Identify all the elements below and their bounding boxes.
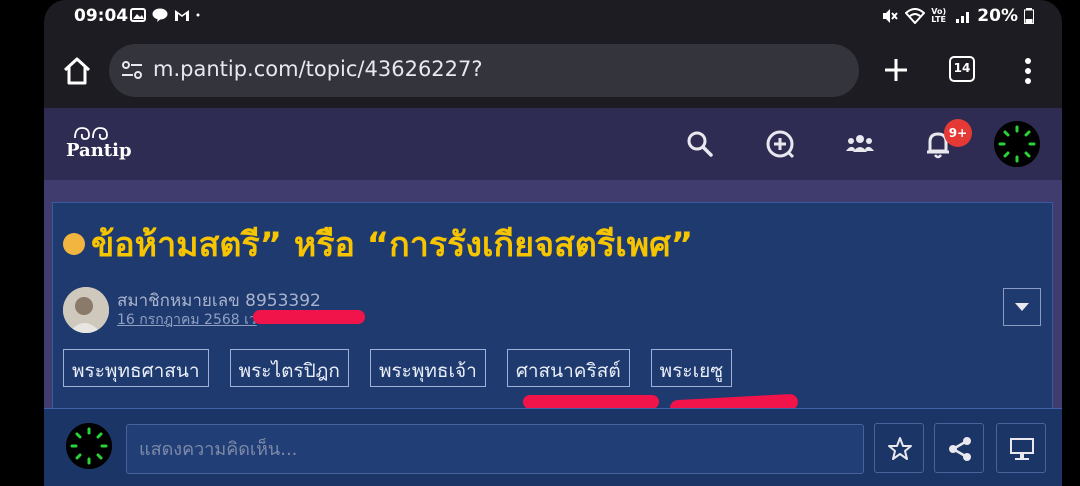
tab-switcher-button[interactable]: 14	[949, 56, 975, 82]
share-icon	[949, 437, 971, 461]
wifi-icon	[905, 8, 926, 24]
battery-percent: 20%	[977, 6, 1018, 26]
pantip-logo-mark-icon	[74, 127, 108, 140]
tag-item[interactable]: ศาสนาคริสต์	[506, 349, 630, 387]
comment-input-box[interactable]	[126, 424, 864, 474]
share-button[interactable]	[934, 423, 984, 473]
notification-badge: 9+	[944, 119, 972, 147]
tag-item[interactable]: พระพุทธเจ้า	[369, 349, 486, 387]
mute-icon	[883, 9, 899, 23]
status-right: Vo) LTE 20%	[881, 6, 1034, 26]
favorite-button[interactable]	[874, 423, 924, 473]
notification-icons	[130, 8, 204, 22]
home-icon[interactable]	[60, 54, 94, 88]
network-label: Vo) LTE	[931, 7, 947, 24]
tag-item[interactable]: พระพุทธศาสนา	[63, 349, 209, 387]
gmail-icon	[175, 10, 189, 21]
monitor-icon	[1010, 438, 1034, 460]
highlight-underline	[523, 395, 659, 409]
comment-input[interactable]	[127, 425, 863, 473]
url-text[interactable]: m.pantip.com/topic/43626227?	[153, 57, 483, 81]
topic-title-text: ข้อห้ามสตรี” หรือ “การรังเกียจสตรีเพศ”	[91, 225, 694, 265]
status-bar: 09:04 Vo) LTE 20%	[44, 0, 1062, 36]
pantip-page: Pantip 9+ ข้อห้ามสตรี” หรือ “การรังเกียจ…	[44, 108, 1062, 486]
pantip-logo-text: Pantip	[66, 140, 132, 161]
line-app-icon	[152, 8, 168, 22]
battery-icon	[1024, 8, 1034, 24]
author-photo-icon	[63, 287, 109, 333]
overflow-menu-icon[interactable]	[1014, 56, 1042, 86]
browser-toolbar: m.pantip.com/topic/43626227? 14	[44, 36, 1062, 108]
more-notifications-dot-icon	[196, 13, 200, 17]
gallery-icon	[130, 8, 146, 22]
pantip-logo[interactable]: Pantip	[66, 126, 132, 161]
topic-options-dropdown[interactable]	[1003, 288, 1041, 326]
new-tab-icon[interactable]	[882, 56, 910, 84]
signal-icon	[956, 12, 970, 23]
post-date[interactable]: 16 กรกฎาคม 2568 เว	[117, 309, 257, 331]
tag-list: พระพุทธศาสนา พระไตรปิฎก พระพุทธเจ้า ศาสน…	[63, 349, 753, 387]
tag-item[interactable]: พระเยซู	[650, 349, 733, 387]
chevron-down-icon	[1015, 303, 1029, 311]
address-bar[interactable]: m.pantip.com/topic/43626227?	[109, 44, 859, 97]
create-topic-icon[interactable]	[764, 128, 796, 160]
site-settings-icon[interactable]	[121, 59, 143, 81]
star-icon	[888, 437, 912, 460]
my-avatar-icon[interactable]	[66, 423, 112, 469]
topic-title: ข้อห้ามสตรี” หรือ “การรังเกียจสตรีเพศ”	[63, 217, 693, 271]
status-time: 09:04	[74, 6, 129, 26]
pantip-top-nav: Pantip 9+	[44, 108, 1062, 180]
tag-item[interactable]: พระไตรปิฎก	[229, 349, 349, 387]
redaction-mark	[253, 310, 365, 324]
phone-screen: 09:04 Vo) LTE 20% m.pantip.com/topic/436…	[44, 0, 1062, 486]
community-icon[interactable]	[844, 128, 876, 160]
desktop-view-button[interactable]	[996, 423, 1046, 473]
comment-bar	[44, 408, 1062, 486]
author-avatar[interactable]	[63, 287, 109, 333]
search-icon[interactable]	[684, 128, 716, 160]
emoji-grin-icon	[63, 232, 85, 255]
user-avatar-icon[interactable]	[994, 121, 1040, 167]
